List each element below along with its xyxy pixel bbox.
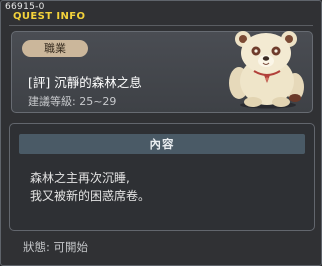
quest-info-window: 66915-0 QUEST INFO 職業 [評] 沉靜的森林之息 建議等級: … [0,0,322,266]
content-line: 我又被新的困惑席卷。 [30,189,151,203]
bear-mascot-icon [229,31,304,109]
header-divider [9,25,313,26]
category-badge: 職業 [22,40,88,57]
window-title: QUEST INFO [13,11,86,22]
quest-name: [評] 沉靜的森林之息 [28,75,142,90]
quest-status: 狀態: 可開始 [23,240,89,254]
quest-content-panel: 內容 森林之主再次沉睡, 我又被新的困惑席卷。 [9,123,315,231]
content-header: 內容 [19,134,305,154]
content-line: 森林之主再次沉睡, [30,171,130,185]
recommended-level: 建議等級: 25~29 [28,95,117,108]
